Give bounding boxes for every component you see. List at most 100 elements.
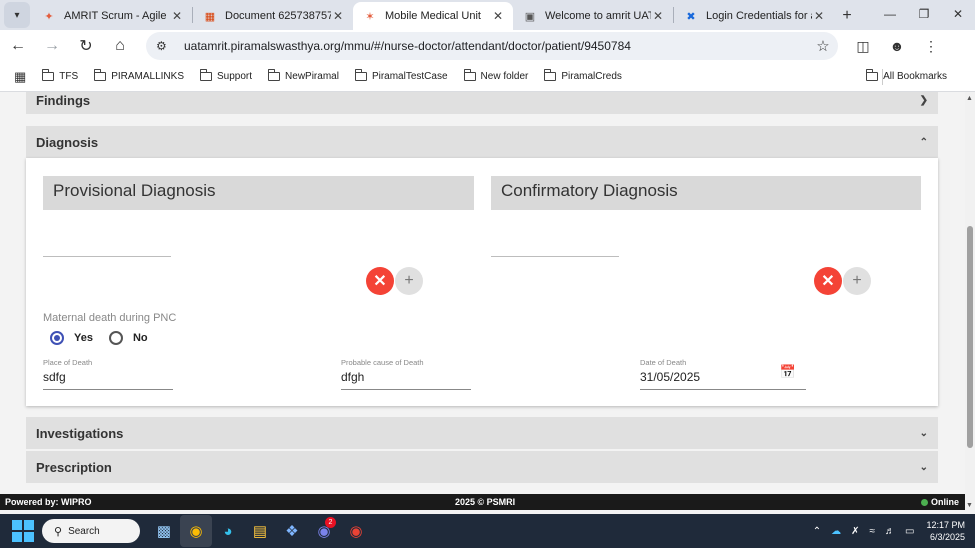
bookmark-new-folder[interactable]: New folder <box>463 69 528 82</box>
bookmark-support[interactable]: Support <box>200 69 252 82</box>
close-window-icon[interactable]: ✕ <box>941 0 975 28</box>
tab-login-credentials[interactable]: ✖ Login Credentials for all S ✕ <box>674 2 834 30</box>
bookmark-star-icon[interactable]: ☆ <box>808 37 838 55</box>
chevron-down-icon[interactable]: ⌄ <box>920 428 928 439</box>
radio-no[interactable] <box>108 331 123 345</box>
home-icon[interactable]: ⌂ <box>104 32 136 60</box>
tab-title: Mobile Medical Unit <box>385 10 481 22</box>
all-bookmarks-label: All Bookmarks <box>883 71 947 82</box>
cause-of-death-input[interactable]: dfgh <box>341 370 471 390</box>
radio-no-label[interactable]: No <box>133 332 148 344</box>
folder-icon <box>42 69 55 81</box>
chevron-down-icon[interactable]: ⌄ <box>920 462 928 473</box>
url-text[interactable]: uatamrit.piramalswasthya.org/mmu/#/nurse… <box>184 39 808 53</box>
bookmarks-bar: ▦ TFS PIRAMALLINKS Support NewPiramal Pi… <box>0 62 975 92</box>
tab-close-icon[interactable]: ✕ <box>491 9 505 23</box>
bookmark-piramaltestcase[interactable]: PiramalTestCase <box>354 69 448 82</box>
folder-icon <box>268 69 281 81</box>
investigations-panel-header[interactable]: Investigations ⌄ <box>26 417 938 449</box>
bookmark-label: PiramalTestCase <box>371 71 448 82</box>
date-of-death-field[interactable]: Date of Death 31/05/2025 📅 <box>640 358 806 390</box>
investigations-title: Investigations <box>36 425 124 441</box>
tab-mobile-medical-unit[interactable]: ✶ Mobile Medical Unit ✕ <box>353 2 513 30</box>
reload-icon[interactable]: ↻ <box>70 32 102 60</box>
chevron-up-icon[interactable]: ⌃ <box>920 137 928 148</box>
file-explorer-icon[interactable]: ▤ <box>244 515 276 547</box>
onedrive-icon[interactable]: ☁ <box>831 526 841 537</box>
scrollbar-thumb[interactable] <box>967 226 973 448</box>
bookmark-piramallinks[interactable]: PIRAMALLINKS <box>94 69 184 82</box>
new-tab-button[interactable]: + <box>834 2 860 30</box>
windows-start-icon[interactable] <box>12 520 34 542</box>
taskbar-search[interactable]: ⚲ Search <box>42 519 140 543</box>
edge-icon[interactable]: ◕ <box>212 515 244 547</box>
tab-amrit-scrum[interactable]: ✦ AMRIT Scrum - Agile Boa ✕ <box>32 2 192 30</box>
windows-taskbar: ⚲ Search ▩ ◉ ◕ ▤ ❖ ◉ 2 ◉ ⌃ ☁ ✗ ≈ ♬ ▭ 12:1… <box>0 514 975 548</box>
tab-title: Document 625738757.do <box>225 10 331 22</box>
page-scrollbar[interactable]: ▲ ▼ <box>965 92 975 510</box>
findings-panel-header[interactable]: Findings ❯ <box>26 92 938 114</box>
place-of-death-label: Place of Death <box>43 358 93 367</box>
scroll-up-icon[interactable]: ▲ <box>966 95 973 102</box>
tab-close-icon[interactable]: ✕ <box>812 9 826 23</box>
menu-icon[interactable]: ⋮ <box>914 32 948 60</box>
cause-of-death-label: Probable cause of Death <box>341 358 424 367</box>
confirmatory-diagnosis-input[interactable] <box>491 256 619 257</box>
forward-icon[interactable]: → <box>36 32 68 60</box>
page-content: Findings ❯ Diagnosis ⌃ Provisional Diagn… <box>0 92 965 494</box>
back-icon[interactable]: ← <box>2 32 34 60</box>
taskbar-clock[interactable]: 12:17 PM 6/3/2025 <box>926 519 965 543</box>
mic-muted-icon[interactable]: ✗ <box>851 526 859 537</box>
site-settings-icon[interactable]: ⚙ <box>156 39 176 53</box>
chevron-down-icon[interactable]: ❯ <box>920 95 928 106</box>
folder-icon <box>94 69 107 81</box>
extensions-icon[interactable]: ◫ <box>846 32 880 60</box>
chrome-icon-secondary[interactable]: ◉ <box>340 515 372 547</box>
bookmark-tfs[interactable]: TFS <box>42 69 79 82</box>
task-view-icon[interactable]: ▩ <box>148 515 180 547</box>
folder-icon <box>544 69 557 81</box>
tab-close-icon[interactable]: ✕ <box>331 9 345 23</box>
bookmark-label: NewPiramal <box>285 71 339 82</box>
tab-welcome-amrit[interactable]: ▣ Welcome to amrit UAT er ✕ <box>513 2 673 30</box>
battery-icon[interactable]: ▭ <box>905 526 914 537</box>
prescription-panel-header[interactable]: Prescription ⌄ <box>26 451 938 483</box>
bookmark-label: TFS <box>59 71 79 82</box>
place-of-death-field[interactable]: Place of Death sdfg <box>43 358 173 390</box>
folder-icon <box>866 69 879 81</box>
cause-of-death-field[interactable]: Probable cause of Death dfgh <box>341 358 471 390</box>
tab-close-icon[interactable]: ✕ <box>651 9 665 23</box>
bookmark-newpiramal[interactable]: NewPiramal <box>268 69 339 82</box>
copilot-icon[interactable]: ❖ <box>276 515 308 547</box>
findings-title: Findings <box>36 92 91 108</box>
restore-icon[interactable]: ❐ <box>907 0 941 28</box>
wifi-icon[interactable]: ≈ <box>870 526 876 537</box>
volume-icon[interactable]: ♬ <box>885 526 895 537</box>
minimize-icon[interactable]: — <box>873 0 907 28</box>
address-bar[interactable]: ⚙ uatamrit.piramalswasthya.org/mmu/#/nur… <box>146 32 838 60</box>
all-bookmarks[interactable]: All Bookmarks <box>866 69 947 82</box>
chrome-icon[interactable]: ◉ <box>180 515 212 547</box>
radio-yes[interactable] <box>50 331 64 345</box>
clock-time: 12:17 PM <box>926 520 965 530</box>
diagnosis-panel-header[interactable]: Diagnosis ⌃ <box>26 126 938 158</box>
tab-search-icon[interactable]: ▾ <box>4 2 30 28</box>
provisional-diagnosis-title: Provisional Diagnosis <box>43 176 474 210</box>
tab-document[interactable]: ▦ Document 625738757.do ✕ <box>193 2 353 30</box>
teams-icon[interactable]: ◉ 2 <box>308 515 340 547</box>
add-confirmatory-button[interactable]: + <box>843 267 871 295</box>
profile-icon[interactable]: ☻ <box>880 32 914 60</box>
tab-close-icon[interactable]: ✕ <box>170 9 184 23</box>
add-provisional-button[interactable]: + <box>395 267 423 295</box>
remove-provisional-button[interactable]: ✕ <box>366 267 394 295</box>
bookmark-piramalcreds[interactable]: PiramalCreds <box>544 69 622 82</box>
calendar-icon[interactable]: 📅 <box>780 364 796 380</box>
scroll-down-icon[interactable]: ▼ <box>966 502 973 509</box>
place-of-death-input[interactable]: sdfg <box>43 370 173 390</box>
chevron-up-icon[interactable]: ⌃ <box>813 526 821 537</box>
provisional-diagnosis-input[interactable] <box>43 256 171 257</box>
apps-grid-icon[interactable]: ▦ <box>14 69 26 85</box>
radio-yes-label[interactable]: Yes <box>74 332 93 344</box>
remove-confirmatory-button[interactable]: ✕ <box>814 267 842 295</box>
online-status: Online <box>920 497 959 507</box>
